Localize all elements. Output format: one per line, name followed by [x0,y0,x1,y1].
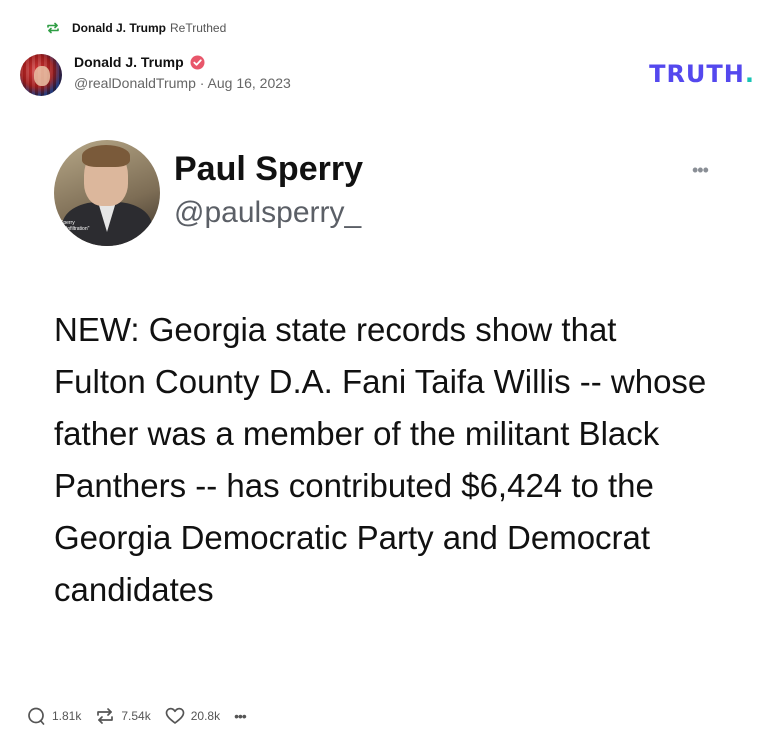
logo-text: TRUTH [649,60,745,88]
embedded-post-text: NEW: Georgia state records show that Ful… [54,311,707,608]
retruth-header: Donald J. Trump ReTruthed [46,18,226,38]
embedded-author-avatar: Sperry r, "Infiltration" [54,140,160,246]
post-actions-bar: 1.81k 7.54k 20.8k ••• [26,706,260,726]
author-avatar[interactable] [20,54,62,96]
reply-count: 1.81k [52,709,82,723]
retruth-count: 7.54k [121,709,151,723]
truth-logo: TRUTH. [649,60,755,88]
retruth-user-name[interactable]: Donald J. Trump [72,21,166,35]
post-author-block: Donald J. Trump @realDonaldTrump · Aug 1… [74,54,291,91]
embedded-more-icon: ••• [692,160,709,180]
verified-badge-icon [190,55,205,70]
more-options-button[interactable]: ••• [234,708,247,724]
avatar-caption: Sperry r, "Infiltration" [60,220,90,232]
retruth-label: ReTruthed [170,21,227,35]
like-button[interactable]: 20.8k [165,707,220,725]
embedded-author-name: Paul Sperry [174,150,363,188]
retruth-action-icon [95,707,115,725]
like-count: 20.8k [190,709,221,723]
embedded-author-handle: @paulsperry_ [174,196,362,229]
more-icon: ••• [234,708,247,724]
reply-button[interactable]: 1.81k [26,706,81,726]
retruth-icon [46,22,62,34]
author-name[interactable]: Donald J. Trump [74,54,184,70]
logo-dot: . [744,60,755,88]
reply-icon [26,706,46,726]
retruth-button[interactable]: 7.54k [95,707,151,725]
author-handle-date: @realDonaldTrump · Aug 16, 2023 [74,75,291,91]
heart-icon [165,707,185,725]
